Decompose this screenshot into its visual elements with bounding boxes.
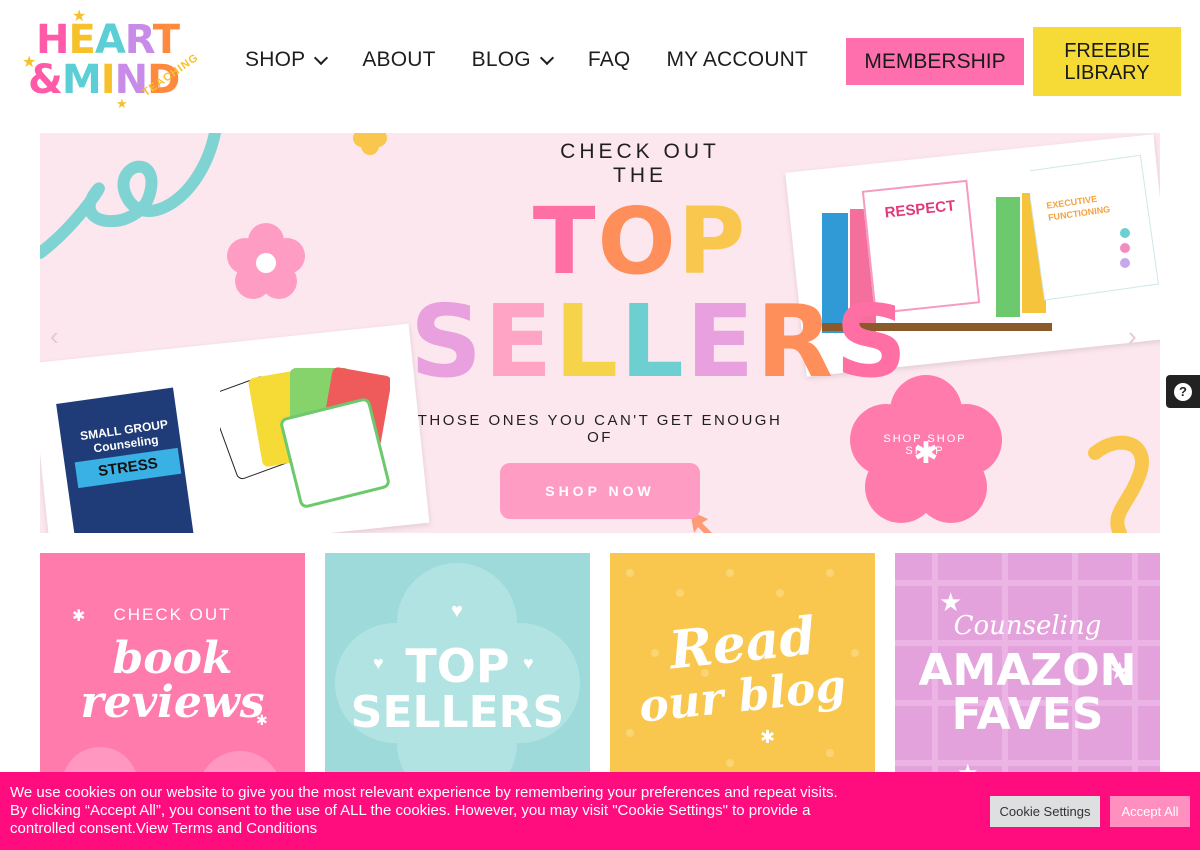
- shop-badge: SHOP SHOP SHOP: [883, 433, 967, 457]
- accept-all-button[interactable]: Accept All: [1110, 796, 1190, 827]
- chevron-right-icon[interactable]: ›: [1128, 321, 1137, 352]
- chevron-left-icon[interactable]: ‹: [50, 321, 59, 352]
- read-our-blog-tile[interactable]: ✱ Read our blog: [610, 553, 875, 783]
- cookie-settings-button[interactable]: Cookie Settings: [990, 796, 1100, 827]
- freebie-library-button[interactable]: FREEBIE LIBRARY: [1033, 27, 1181, 96]
- nav-item-my-account[interactable]: MY ACCOUNT: [666, 48, 808, 72]
- nav-item-faq[interactable]: FAQ: [588, 48, 631, 72]
- top-sellers-tile[interactable]: ♥ ♥ ♥ TOP SELLERS: [325, 553, 590, 783]
- logo-heart-text: HEART: [36, 17, 180, 63]
- hero-tagline: THOSE ONES YOU CAN'T GET ENOUGH OF: [417, 412, 783, 446]
- svg-text:♥: ♥: [451, 600, 463, 622]
- site-header: ★ ★ ★ HEART &MIND TEACHING SHOP ABOUT BL…: [0, 0, 1200, 125]
- worksheet-image: EXECUTIVE FUNCTIONING: [1030, 154, 1160, 301]
- terms-link[interactable]: View Terms and Conditions: [136, 820, 317, 837]
- hero-headline-sellers: SELLERS: [410, 283, 910, 400]
- freebie-label-line2: LIBRARY: [1064, 61, 1150, 84]
- cookie-consent-bar: We use cookies on our website to give yo…: [0, 772, 1200, 850]
- nav-item-blog[interactable]: BLOG: [471, 48, 554, 72]
- book-reviews-tile[interactable]: ✱ ✱ CHECK OUT book reviews: [40, 553, 305, 783]
- membership-button[interactable]: MEMBERSHIP: [846, 38, 1024, 85]
- nav-label: FAQ: [587, 48, 631, 71]
- amazon-faves-tile[interactable]: ★ ★ ★ Counseling AMAZON FAVES: [895, 553, 1160, 783]
- shop-now-button[interactable]: SHOP NOW: [500, 463, 700, 519]
- nav-label: BLOG: [471, 48, 531, 71]
- tile-kicker: CHECK OUT: [113, 605, 232, 624]
- main-nav: SHOP ABOUT BLOG FAQ MY ACCOUNT: [245, 48, 844, 72]
- hero-kicker: CHECK OUT THE: [560, 140, 720, 187]
- question-circle-icon: ?: [1174, 382, 1192, 401]
- nav-label: MY ACCOUNT: [666, 48, 809, 71]
- nav-item-shop[interactable]: SHOP: [245, 48, 329, 72]
- hero-headline-top: TOP: [532, 188, 748, 295]
- cookie-text: We use cookies on our website to give yo…: [10, 784, 838, 837]
- freebie-label-line1: FREEBIE: [1064, 39, 1150, 62]
- heart-and-mind-logo[interactable]: ★ ★ ★ HEART &MIND TEACHING: [22, 6, 201, 118]
- tile-title-line1: TOP: [405, 639, 510, 693]
- tile-title-line2: FAVES: [951, 689, 1104, 740]
- tile-title-line2: SELLERS: [350, 687, 565, 738]
- nav-item-about[interactable]: ABOUT: [362, 48, 435, 72]
- help-button[interactable]: ?: [1166, 375, 1200, 408]
- chevron-down-icon: [539, 50, 554, 65]
- cookie-message: We use cookies on our website to give yo…: [10, 784, 850, 838]
- tile-kicker: Counseling: [953, 611, 1102, 641]
- tile-title-line2: reviews: [80, 677, 265, 728]
- chevron-down-icon: [314, 50, 329, 65]
- nav-label: ABOUT: [362, 48, 436, 71]
- hero-slider[interactable]: ✱ RESPECT EXECUTIVE FUNCTIONING SMALL GR…: [40, 133, 1160, 533]
- game-cards-image: [220, 367, 390, 508]
- svg-text:✱: ✱: [760, 727, 775, 747]
- nav-label: SHOP: [245, 48, 306, 71]
